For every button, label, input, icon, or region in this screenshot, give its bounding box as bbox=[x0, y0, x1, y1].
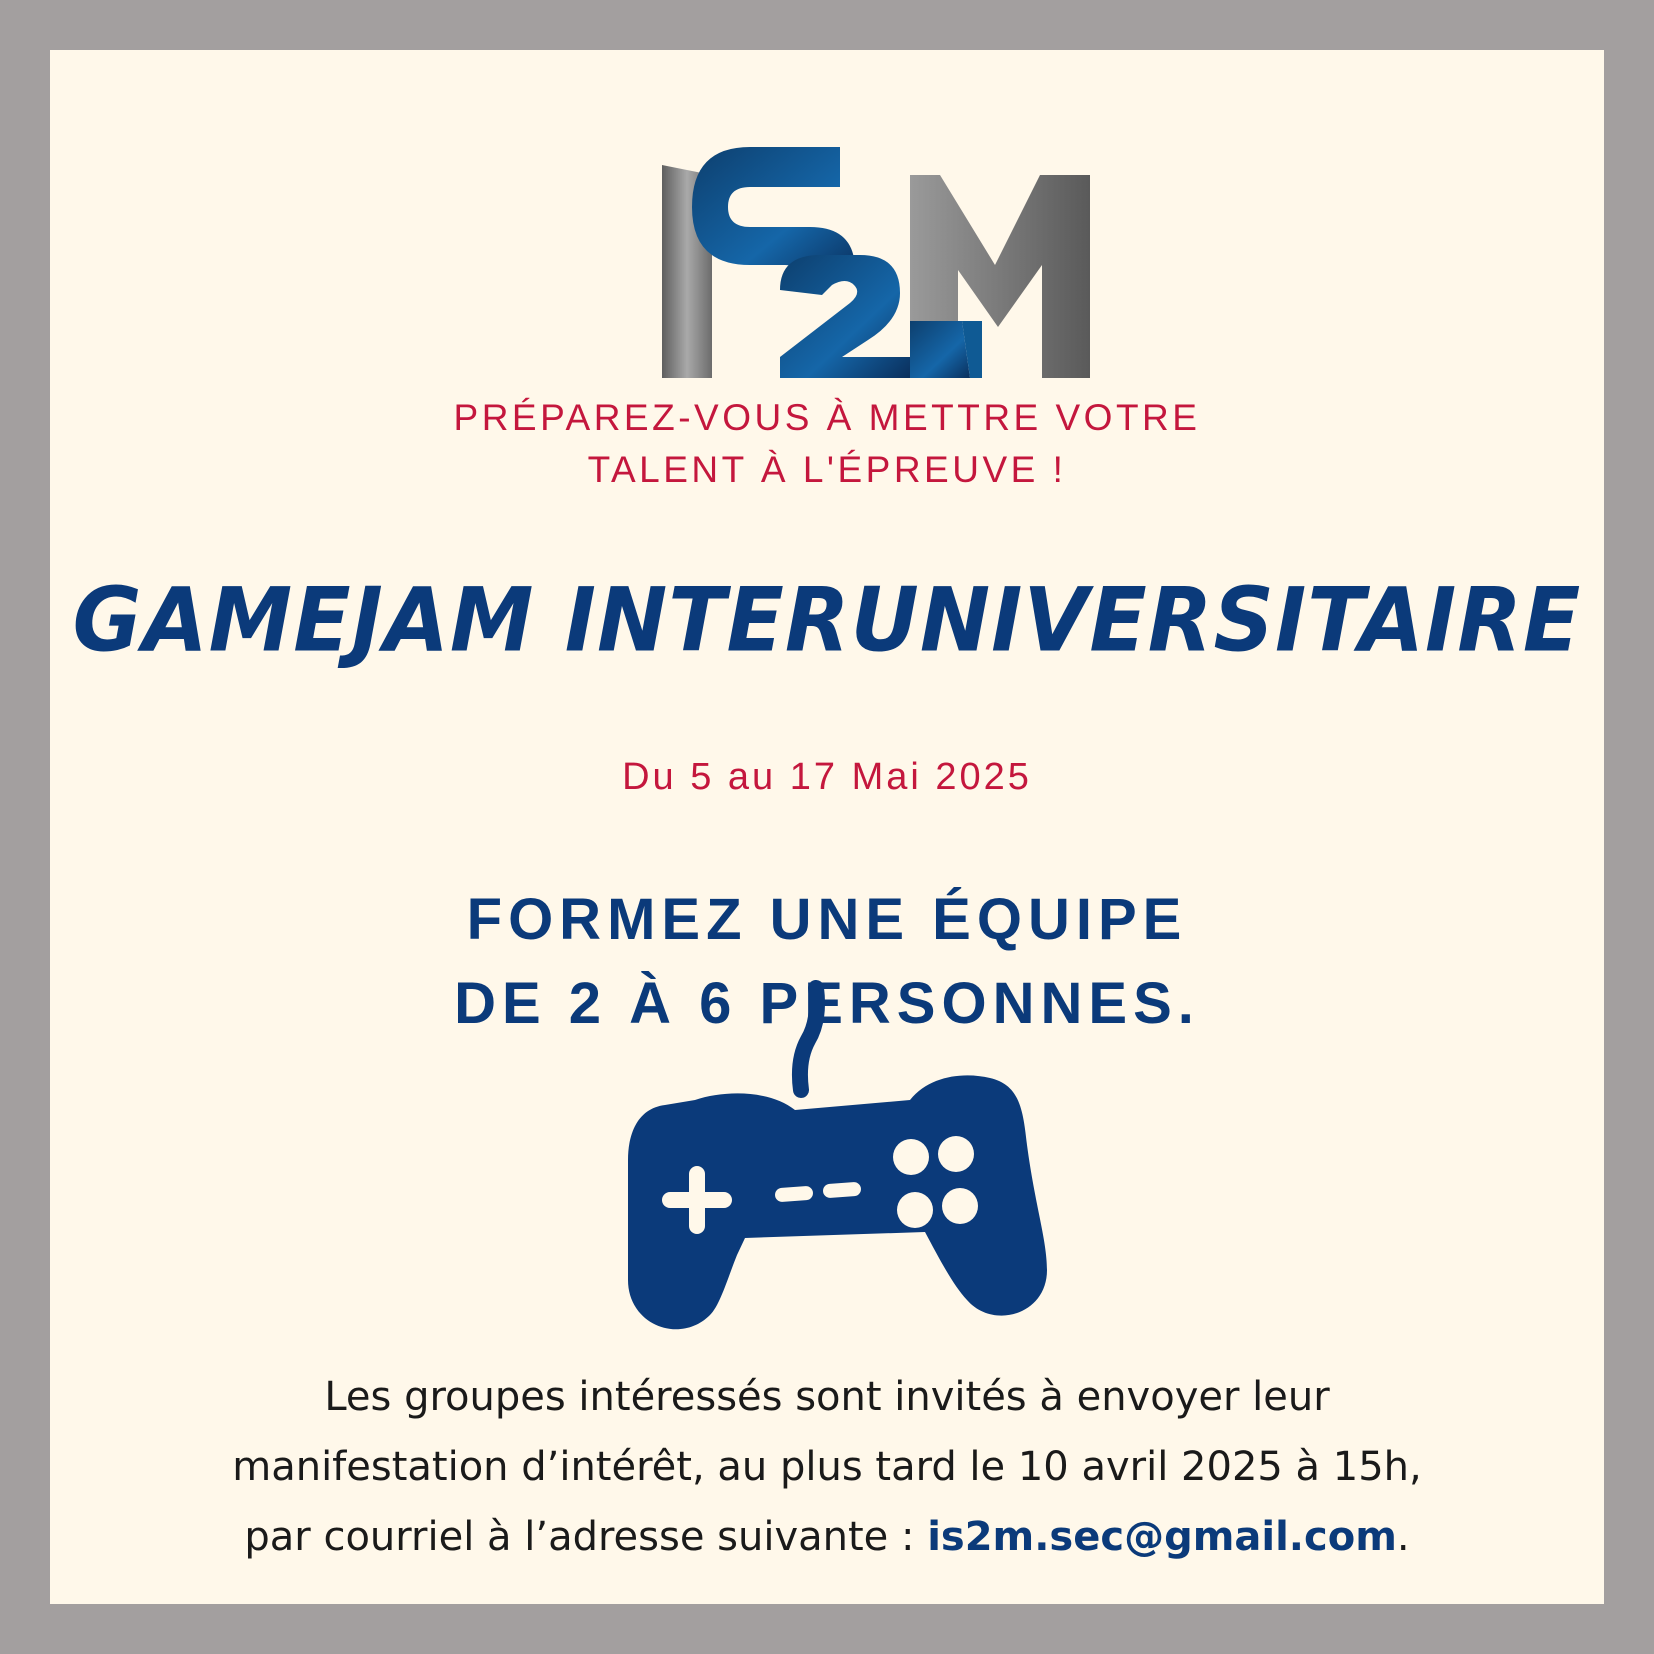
footer-line-2: manifestation d’intérêt, au plus tard le… bbox=[232, 1444, 1422, 1490]
poster-card: PRÉPAREZ-VOUS À METTRE VOTRE TALENT À L'… bbox=[50, 50, 1604, 1604]
team-line-1: FORMEZ UNE ÉQUIPE bbox=[466, 887, 1188, 952]
contact-email-link[interactable]: is2m.sec@gmail.com bbox=[927, 1514, 1397, 1560]
footer-line-3-prefix: par courriel à l’adresse suivante : bbox=[244, 1514, 928, 1560]
tagline-line-2: TALENT À L'ÉPREUVE ! bbox=[587, 449, 1067, 490]
footer-line-1: Les groupes intéressés sont invités à en… bbox=[324, 1374, 1330, 1420]
footer-line-3-suffix: . bbox=[1396, 1514, 1410, 1560]
event-dates: Du 5 au 17 Mai 2025 bbox=[622, 756, 1032, 798]
tagline: PRÉPAREZ-VOUS À METTRE VOTRE TALENT À L'… bbox=[50, 392, 1604, 496]
event-title: GAMEJAM INTERUNIVERSITAIRE bbox=[72, 568, 1582, 672]
footer-line-3: par courriel à l’adresse suivante : is2m… bbox=[50, 1502, 1604, 1572]
footer-text: Les groupes intéressés sont invités à en… bbox=[50, 1362, 1604, 1572]
tagline-line-1: PRÉPAREZ-VOUS À METTRE VOTRE bbox=[453, 397, 1201, 438]
is2m-logo bbox=[662, 147, 1090, 378]
gamepad-icon bbox=[628, 980, 1047, 1330]
